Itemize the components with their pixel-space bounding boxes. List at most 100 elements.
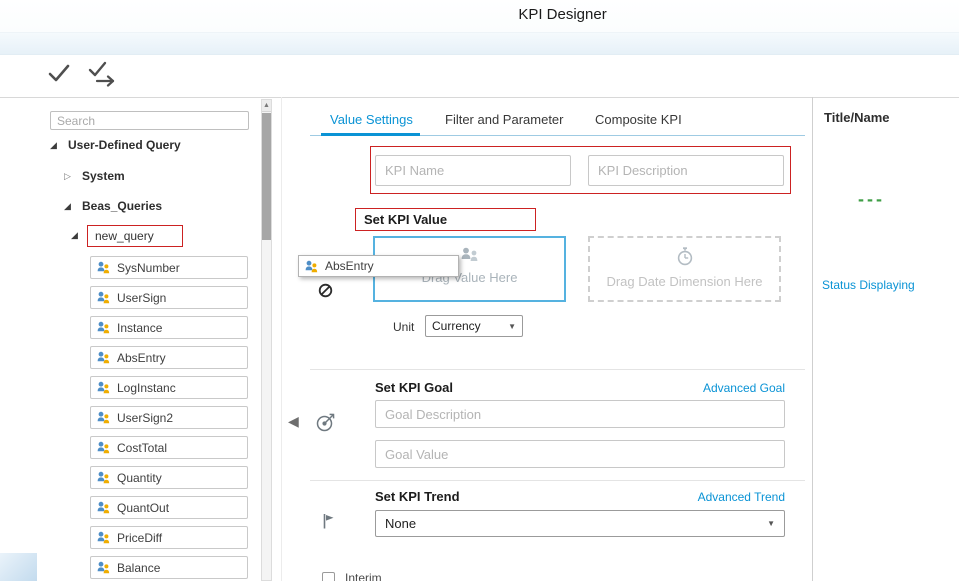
query-field-item[interactable]: AbsEntry xyxy=(90,346,248,369)
tree-node-new-query[interactable]: new_query xyxy=(87,225,183,247)
collapse-panel-handle[interactable]: ◀ xyxy=(288,413,299,430)
tab-filter-and-parameter[interactable]: Filter and Parameter xyxy=(445,112,564,127)
scroll-up-icon: ▲ xyxy=(263,102,270,109)
kpi-name-input[interactable] xyxy=(375,155,571,186)
tree-node-beas-queries[interactable]: ◢ Beas_Queries xyxy=(64,199,162,213)
field-label: AbsEntry xyxy=(117,351,166,365)
unit-label: Unit xyxy=(393,320,414,334)
advanced-goal-link[interactable]: Advanced Goal xyxy=(703,381,785,395)
query-field-item[interactable]: QuantOut xyxy=(90,496,248,519)
field-icon xyxy=(97,291,110,304)
preview-title: Title/Name xyxy=(824,110,890,125)
query-field-item[interactable]: Balance xyxy=(90,556,248,579)
toolbar-divider xyxy=(0,97,959,98)
field-label: PriceDiff xyxy=(117,531,162,545)
set-kpi-trend-heading: Set KPI Trend xyxy=(375,489,460,504)
query-field-item[interactable]: CostTotal xyxy=(90,436,248,459)
section-title: Set KPI Value xyxy=(364,212,447,227)
tab-value-settings[interactable]: Value Settings xyxy=(330,112,413,127)
tree-collapsed-icon[interactable]: ▷ xyxy=(64,171,74,181)
field-icon xyxy=(97,471,110,484)
field-label: Quantity xyxy=(117,471,162,485)
tree-node-label: User-Defined Query xyxy=(68,138,181,152)
field-icon xyxy=(97,561,110,574)
confirm-and-next-button[interactable] xyxy=(86,60,120,88)
page-title: KPI Designer xyxy=(83,0,959,30)
field-icon xyxy=(97,321,110,334)
status-displaying-link[interactable]: Status Displaying xyxy=(822,278,915,292)
scrollbar-thumb[interactable] xyxy=(262,113,271,240)
field-icon xyxy=(97,531,110,544)
dragged-field-chip[interactable]: AbsEntry xyxy=(298,255,459,277)
field-icon xyxy=(97,261,110,274)
search-input[interactable] xyxy=(50,111,249,130)
confirm-button[interactable] xyxy=(42,60,76,88)
query-field-item[interactable]: LogInstanc xyxy=(90,376,248,399)
panel-separator xyxy=(281,97,282,581)
interim-checkbox[interactable] xyxy=(322,572,335,581)
trend-select[interactable]: None ▼ xyxy=(375,510,785,537)
goal-target-icon xyxy=(315,411,337,433)
tree-node-system[interactable]: ▷ System xyxy=(64,169,125,183)
goal-value-input[interactable] xyxy=(375,440,785,468)
kpi-value-gauge-icon xyxy=(318,283,333,298)
advanced-trend-link[interactable]: Advanced Trend xyxy=(698,490,785,504)
trend-selected-value: None xyxy=(385,516,416,531)
field-icon xyxy=(97,441,110,454)
tree-expanded-icon[interactable]: ◢ xyxy=(50,140,60,150)
tab-composite-kpi[interactable]: Composite KPI xyxy=(595,112,682,127)
field-icon xyxy=(305,260,318,273)
query-field-item[interactable]: SysNumber xyxy=(90,256,248,279)
dragged-field-label: AbsEntry xyxy=(325,259,374,273)
interim-label: Interim xyxy=(345,571,382,581)
field-label: CostTotal xyxy=(117,441,167,455)
sidebar-scrollbar[interactable]: ▲ xyxy=(261,99,272,581)
query-field-item[interactable]: UserSign2 xyxy=(90,406,248,429)
field-label: SysNumber xyxy=(117,261,180,275)
field-label: UserSign2 xyxy=(117,411,173,425)
query-field-item[interactable]: Quantity xyxy=(90,466,248,489)
tree-node-label: new_query xyxy=(95,229,154,243)
set-kpi-value-heading: Set KPI Value xyxy=(355,208,536,231)
trend-flag-icon xyxy=(321,512,335,530)
unit-select[interactable]: Currency ▼ xyxy=(425,315,523,337)
set-kpi-goal-heading: Set KPI Goal xyxy=(375,380,453,395)
field-icon xyxy=(97,501,110,514)
field-icon xyxy=(97,381,110,394)
dropdown-arrow-icon: ▼ xyxy=(767,519,775,528)
tree-node-label: Beas_Queries xyxy=(82,199,162,213)
tree-node-user-defined-query[interactable]: ◢ User-Defined Query xyxy=(50,138,181,152)
dropdown-arrow-icon: ▼ xyxy=(508,322,516,331)
query-field-item[interactable]: PriceDiff xyxy=(90,526,248,549)
title-bar: KPI Designer xyxy=(0,0,959,32)
measures-icon xyxy=(460,247,480,262)
query-field-item[interactable]: Instance xyxy=(90,316,248,339)
field-label: Balance xyxy=(117,561,160,575)
trend-section-header: Set KPI Trend Advanced Trend xyxy=(375,489,785,504)
tree-expanded-icon[interactable]: ◢ xyxy=(71,230,81,240)
field-label: LogInstanc xyxy=(117,381,176,395)
drag-date-dropzone[interactable]: Drag Date Dimension Here xyxy=(588,236,781,302)
field-icon xyxy=(97,351,110,364)
section-divider xyxy=(310,369,805,370)
goal-description-input[interactable] xyxy=(375,400,785,428)
tree-expanded-icon[interactable]: ◢ xyxy=(64,201,74,211)
check-arrow-icon xyxy=(87,61,119,87)
field-label: Instance xyxy=(117,321,162,335)
scroll-up-button[interactable]: ▲ xyxy=(262,100,271,112)
preview-value-placeholder: --- xyxy=(858,189,885,210)
active-tab-underline xyxy=(321,133,420,136)
field-icon xyxy=(97,411,110,424)
collapse-arrow-icon: ◀ xyxy=(288,413,299,429)
kpi-description-input[interactable] xyxy=(588,155,784,186)
stopwatch-icon xyxy=(676,247,694,266)
query-field-item[interactable]: UserSign xyxy=(90,286,248,309)
field-label: QuantOut xyxy=(117,501,169,515)
header-band xyxy=(0,32,959,55)
drag-date-hint: Drag Date Dimension Here xyxy=(606,274,762,289)
corner-decoration xyxy=(0,553,37,581)
goal-section-header: Set KPI Goal Advanced Goal xyxy=(375,380,785,395)
preview-panel-separator xyxy=(812,97,813,581)
unit-selected-value: Currency xyxy=(432,319,481,333)
field-label: UserSign xyxy=(117,291,166,305)
